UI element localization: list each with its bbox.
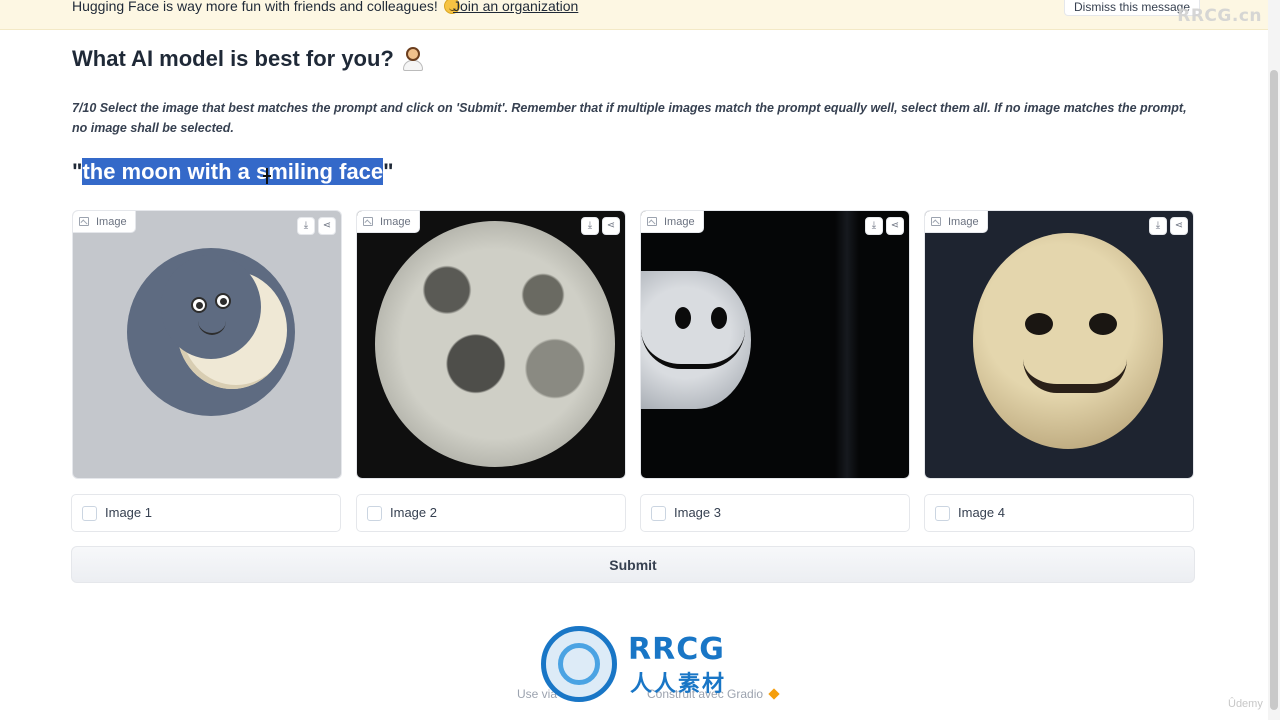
option-image-4[interactable]: Image 4 <box>924 494 1194 532</box>
download-icon[interactable]: ⤓ <box>1149 217 1167 235</box>
share-icon[interactable]: ⋖ <box>318 217 336 235</box>
banner-message: Hugging Face is way more fun with friend… <box>72 0 460 14</box>
moon-eye <box>675 307 691 329</box>
person-emoji-icon <box>402 45 424 71</box>
light-streak <box>835 211 859 478</box>
join-organization-link[interactable]: Join an organization <box>453 0 578 14</box>
image-card-1: Image ⤓ ⋖ <box>72 210 342 479</box>
moon-eye <box>1025 313 1053 335</box>
image-card-2: Image ⤓ ⋖ <box>356 210 626 479</box>
watermark: RRCG.cn <box>1177 6 1262 26</box>
rrcg-watermark-logo: RRCG 人人素材 <box>541 626 741 704</box>
submit-button[interactable]: Submit <box>71 546 1195 583</box>
rrcg-logo-subtext: 人人素材 <box>630 672 727 697</box>
notification-banner: Hugging Face is way more fun with friend… <box>0 0 1268 30</box>
text-cursor-icon <box>262 168 272 184</box>
option-label: Image 2 <box>390 505 437 520</box>
prompt-selection: the moon with a smiling face <box>82 158 384 185</box>
image-card-3: Image ⤓ ⋖ <box>640 210 910 479</box>
rrcg-logo-text: RRCG <box>628 632 725 667</box>
image-label: Image <box>641 211 704 233</box>
vertical-scrollbar[interactable] <box>1268 0 1280 720</box>
checkbox[interactable] <box>651 506 666 521</box>
share-icon[interactable]: ⋖ <box>602 217 620 235</box>
udemy-watermark: Ûdemy <box>1228 698 1263 710</box>
share-icon[interactable]: ⋖ <box>1170 217 1188 235</box>
moon-eye <box>191 297 207 313</box>
rrcg-logo-icon <box>541 626 617 702</box>
page-title: What AI model is best for you? <box>72 45 424 72</box>
image-icon <box>647 217 657 226</box>
download-icon[interactable]: ⤓ <box>865 217 883 235</box>
image-label: Image <box>925 211 988 233</box>
instructions-text: 7/10 Select the image that best matches … <box>72 101 1187 135</box>
share-icon[interactable]: ⋖ <box>886 217 904 235</box>
download-icon[interactable]: ⤓ <box>297 217 315 235</box>
option-image-1[interactable]: Image 1 <box>71 494 341 532</box>
checkbox[interactable] <box>82 506 97 521</box>
prompt-text: "the moon with a smiling face" <box>72 158 394 185</box>
crescent-shadow <box>161 255 261 359</box>
scrollbar-thumb[interactable] <box>1270 70 1278 710</box>
option-image-2[interactable]: Image 2 <box>356 494 626 532</box>
checkbox[interactable] <box>935 506 950 521</box>
option-image-3[interactable]: Image 3 <box>640 494 910 532</box>
image-label: Image <box>73 211 136 233</box>
option-label: Image 3 <box>674 505 721 520</box>
moon-eye <box>1089 313 1117 335</box>
gradio-logo-icon <box>768 688 780 700</box>
moon-eye <box>215 293 231 309</box>
checkbox[interactable] <box>367 506 382 521</box>
image-icon <box>363 217 373 226</box>
download-icon[interactable]: ⤓ <box>581 217 599 235</box>
image-icon <box>79 217 89 226</box>
moon-face-photo <box>973 233 1163 449</box>
option-label: Image 1 <box>105 505 152 520</box>
moon-eye <box>711 307 727 329</box>
image-card-4: Image ⤓ ⋖ <box>924 210 1194 479</box>
full-moon-photo <box>375 221 615 467</box>
option-label: Image 4 <box>958 505 1005 520</box>
image-icon <box>931 217 941 226</box>
image-label: Image <box>357 211 420 233</box>
